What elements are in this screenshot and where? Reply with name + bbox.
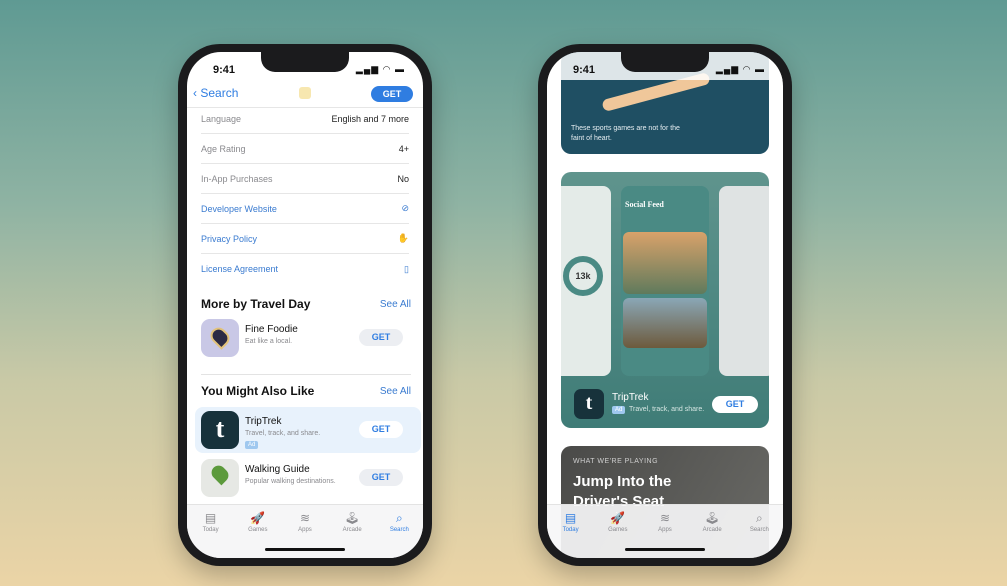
screenshot-map xyxy=(719,186,769,376)
app-item-walking-guide[interactable]: Walking Guide Popular walking destinatio… xyxy=(201,459,413,499)
search-icon: ⌕ xyxy=(395,511,403,525)
layers-icon: ≋ xyxy=(659,511,670,525)
get-button[interactable]: GET xyxy=(359,329,403,346)
document-icon: ▯ xyxy=(404,263,409,274)
info-row-age[interactable]: Age Rating 4+ xyxy=(201,134,409,164)
privacy-policy-link[interactable]: Privacy Policy ✋ xyxy=(201,224,409,254)
photo xyxy=(623,298,707,348)
status-icons: ▂▄▆ ◠ ▬ xyxy=(355,64,405,74)
today-icon: ▤ xyxy=(204,511,217,525)
back-button[interactable]: ‹ Search xyxy=(193,86,238,100)
photo xyxy=(623,232,707,294)
walking-guide-icon xyxy=(201,459,239,497)
tab-today[interactable]: ▤ Today xyxy=(551,511,591,558)
app-item-triptrek[interactable]: t TripTrek Travel, track, and share. Ad … xyxy=(201,411,413,451)
triptrek-icon: t xyxy=(201,411,239,449)
screenshot: 13k xyxy=(561,186,611,376)
see-all-link[interactable]: See All xyxy=(380,386,411,397)
phone-left: 9:41 ▂▄▆ ◠ ▬ ‹ Search GET Language Englis… xyxy=(178,44,432,566)
status-time: 9:41 xyxy=(213,64,236,76)
ad-badge: Ad xyxy=(245,441,259,449)
get-button[interactable]: GET xyxy=(712,396,758,413)
home-indicator xyxy=(265,548,345,551)
tab-today[interactable]: ▤ Today xyxy=(191,511,231,558)
get-button[interactable]: GET xyxy=(359,421,403,438)
section-title: You Might Also Like xyxy=(201,384,315,398)
status-icons: ▂▄▆ ◠ ▬ xyxy=(715,64,765,74)
get-button[interactable]: GET xyxy=(359,469,403,486)
license-agreement-link[interactable]: License Agreement ▯ xyxy=(201,254,409,284)
search-icon: ⌕ xyxy=(755,511,763,525)
get-button[interactable]: GET xyxy=(371,86,413,102)
status-time: 9:41 xyxy=(573,64,596,76)
tab-search[interactable]: ⌕ Search xyxy=(739,511,779,558)
developer-website-link[interactable]: Developer Website ⊘ xyxy=(201,194,409,224)
rocket-icon: 🚀 xyxy=(250,511,266,525)
ad-badge: Ad xyxy=(612,406,626,414)
info-row-language[interactable]: Language English and 7 more xyxy=(201,104,409,134)
triptrek-promo-card[interactable]: 13k Social Feed t TripTrek Ad Travel, tr… xyxy=(561,172,769,428)
app-item-fine-foodie[interactable]: Fine Foodie Eat like a local. GET xyxy=(201,319,413,359)
section-title: More by Travel Day xyxy=(201,297,311,311)
today-screen: 9:41 ▂▄▆ ◠ ▬ These sports games are not … xyxy=(547,52,783,558)
notch xyxy=(621,52,709,72)
triptrek-icon: t xyxy=(574,389,604,419)
rocket-icon: 🚀 xyxy=(610,511,626,525)
app-detail-screen: 9:41 ▂▄▆ ◠ ▬ ‹ Search GET Language Englis… xyxy=(187,52,423,558)
home-indicator xyxy=(625,548,705,551)
notch xyxy=(261,52,349,72)
phone-right: 9:41 ▂▄▆ ◠ ▬ These sports games are not … xyxy=(538,44,792,566)
hand-icon: ✋ xyxy=(397,233,409,243)
fine-foodie-icon xyxy=(201,319,239,357)
layers-icon: ≋ xyxy=(299,511,310,525)
see-all-link[interactable]: See All xyxy=(380,299,411,310)
tab-search[interactable]: ⌕ Search xyxy=(379,511,419,558)
joystick-icon: 🕹 xyxy=(344,511,360,525)
info-row-iap[interactable]: In-App Purchases No xyxy=(201,164,409,194)
compass-icon: ⊘ xyxy=(401,203,409,213)
today-icon: ▤ xyxy=(564,511,577,525)
divider xyxy=(201,374,411,375)
app-icon-small xyxy=(299,87,311,99)
screenshot-social-feed: Social Feed xyxy=(621,186,709,376)
joystick-icon: 🕹 xyxy=(704,511,720,525)
